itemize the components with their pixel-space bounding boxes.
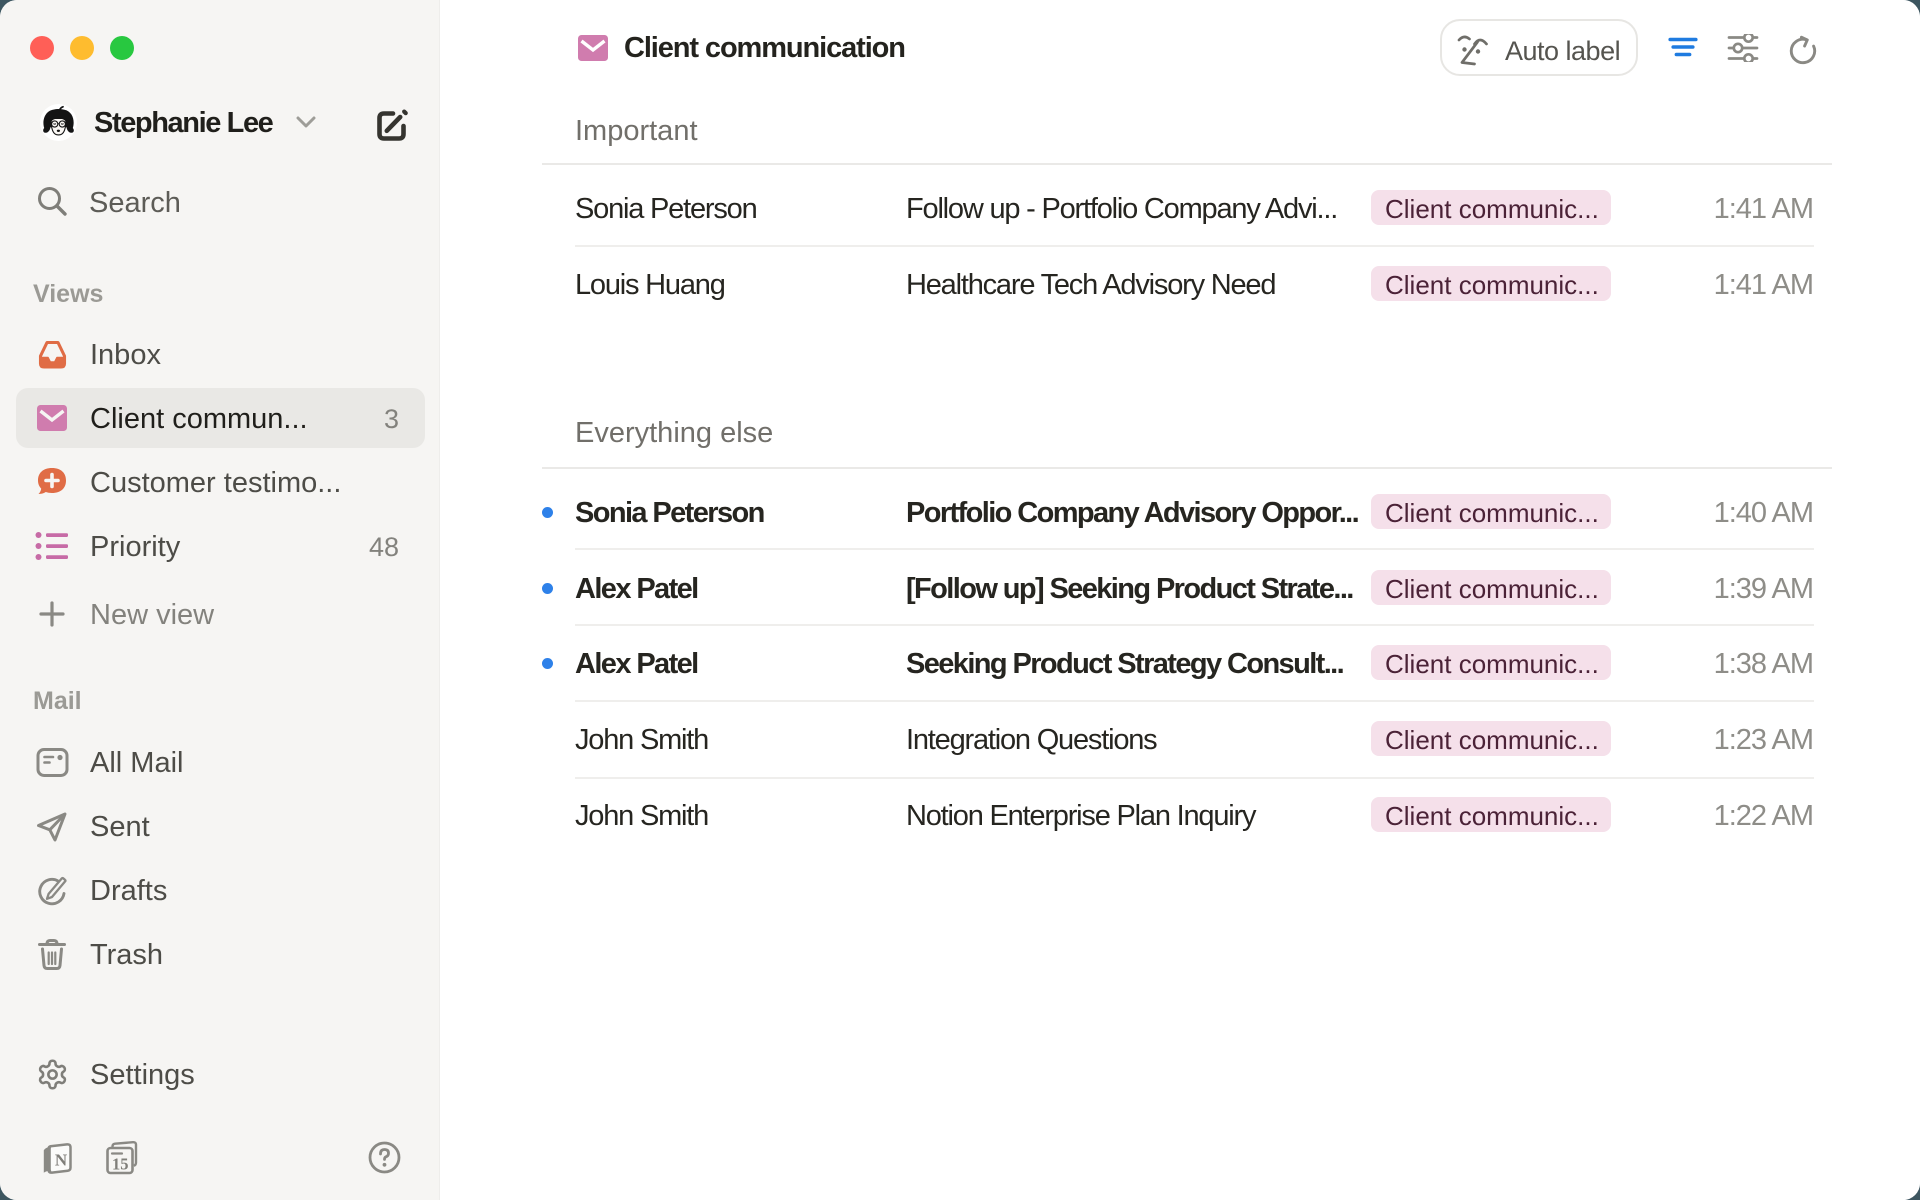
svg-text:15: 15 (112, 1155, 129, 1174)
svg-text:N: N (55, 1151, 68, 1170)
